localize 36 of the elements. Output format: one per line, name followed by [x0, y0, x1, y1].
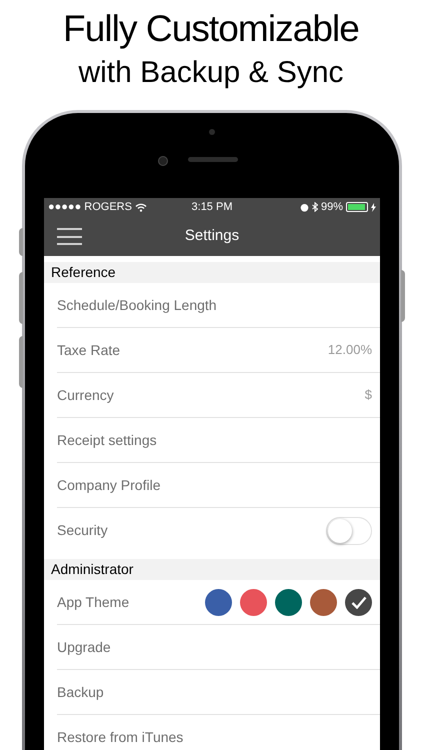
sensor-icon [209, 129, 215, 135]
row-label: Schedule/Booking Length [57, 296, 218, 315]
alarm-icon [300, 202, 309, 212]
status-time: 3:15 PM [190, 200, 234, 215]
row-label: Restore from iTunes [57, 728, 184, 747]
menu-icon[interactable] [57, 228, 82, 245]
theme-swatch[interactable] [345, 588, 372, 616]
headline: Fully Customizable [63, 7, 359, 51]
theme-swatch[interactable] [205, 588, 232, 616]
row-label: Upgrade [57, 638, 112, 657]
check-icon [350, 596, 366, 608]
row-label: App Theme [57, 592, 130, 612]
section-header: Reference [44, 262, 380, 283]
row-label: Backup [57, 682, 105, 702]
bluetooth-icon [312, 202, 318, 212]
speaker-icon [188, 157, 238, 162]
headline: with Backup & Sync [78, 55, 344, 91]
row-label: Taxe Rate [57, 340, 122, 360]
row-label: Receipt settings [57, 430, 158, 450]
theme-swatch[interactable] [240, 588, 267, 616]
camera-icon [158, 156, 168, 166]
carrier-name: ●●●●● ROGERS [48, 200, 132, 215]
battery-icon [346, 202, 368, 212]
row-label: Currency [57, 386, 115, 405]
toggle-switch[interactable] [326, 516, 372, 544]
theme-swatch[interactable] [310, 588, 337, 616]
section-header: Administrator [44, 559, 380, 580]
row-label: Company Profile [57, 476, 162, 495]
charging-icon [371, 202, 376, 212]
battery-percent: 99% [320, 200, 343, 215]
wifi-icon [134, 202, 147, 212]
row-value: 12.00% [328, 341, 372, 360]
theme-swatch[interactable] [275, 588, 302, 616]
row-value: $ [364, 386, 372, 404]
nav-title: Settings [184, 226, 240, 246]
row-label: Security [57, 521, 109, 540]
